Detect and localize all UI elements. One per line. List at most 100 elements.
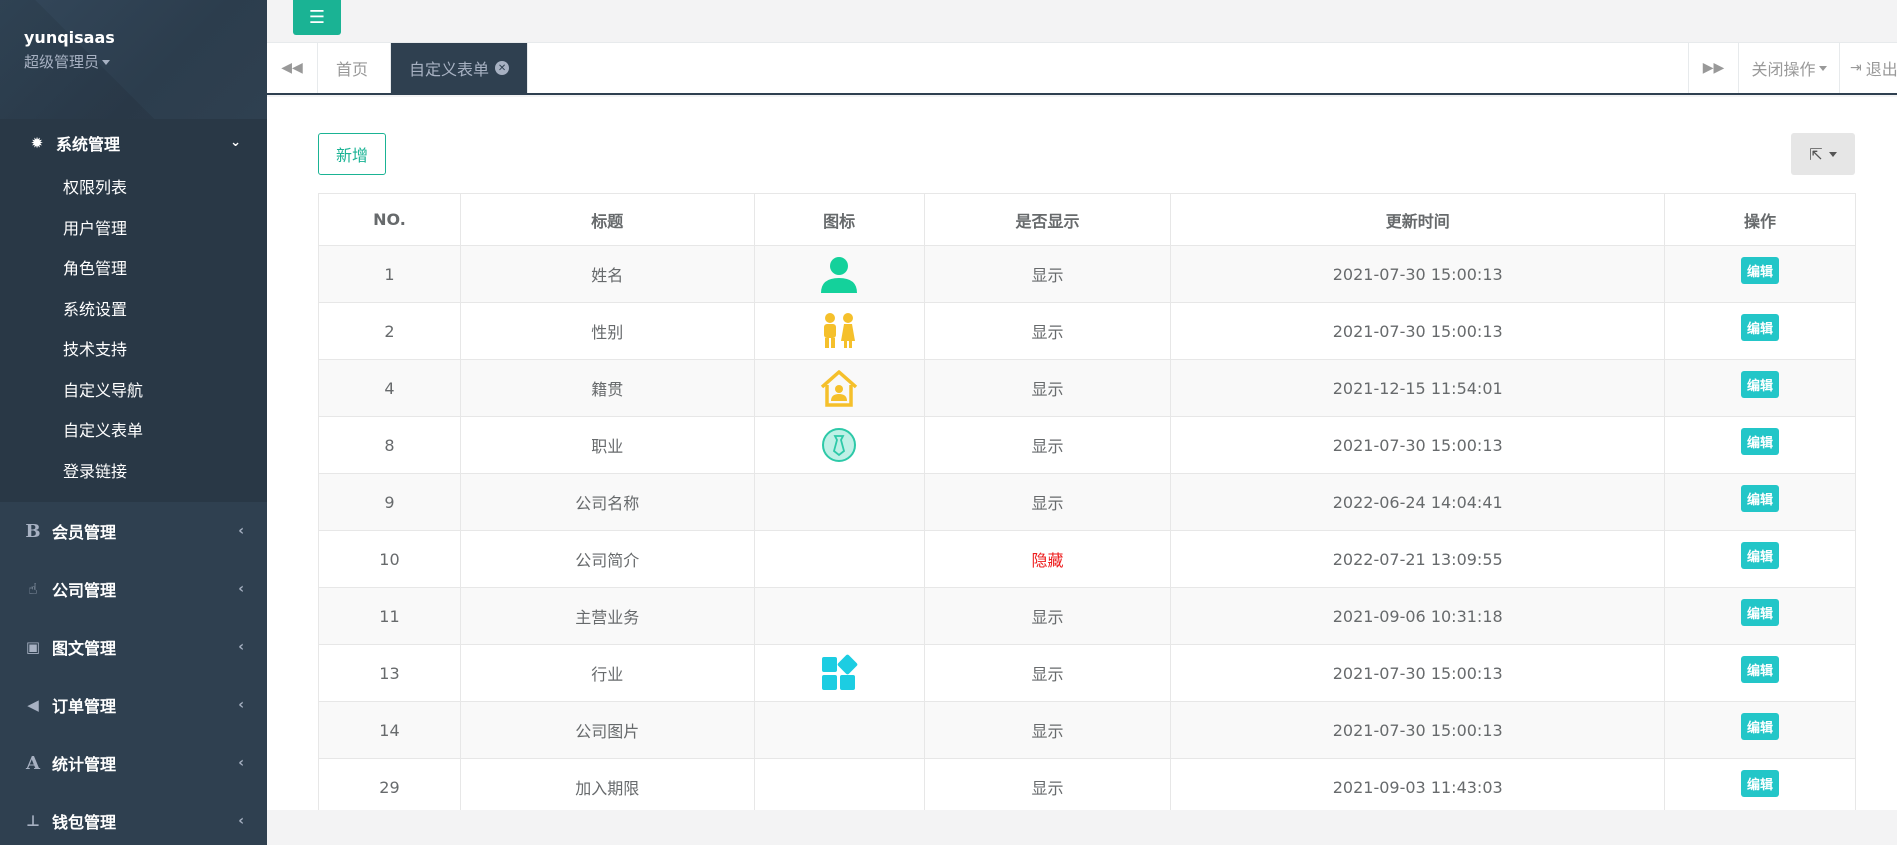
cell-updated: 2022-07-21 13:09:55 bbox=[1170, 530, 1666, 588]
cell-actions: 编辑 bbox=[1664, 473, 1856, 531]
cell-display: 显示 bbox=[923, 473, 1172, 531]
cell-updated: 2021-07-30 15:00:13 bbox=[1170, 701, 1666, 759]
cell-no: 9 bbox=[318, 473, 461, 531]
chevron-left-icon: ‹ bbox=[238, 523, 244, 539]
cell-updated: 2021-07-30 15:00:13 bbox=[1170, 416, 1666, 474]
caret-down-icon bbox=[102, 60, 111, 65]
cell-actions: 编辑 bbox=[1664, 644, 1856, 702]
image-icon: ▣ bbox=[25, 638, 41, 656]
edit-button[interactable]: 编辑 bbox=[1741, 256, 1780, 284]
column-header-title[interactable]: 标题 bbox=[459, 193, 755, 246]
chevron-left-icon: ‹ bbox=[238, 581, 244, 597]
username: yunqisaas bbox=[24, 28, 115, 47]
sidebar-group-members[interactable]: B 会员管理 ‹ bbox=[0, 502, 267, 560]
column-header-icon[interactable]: 图标 bbox=[753, 193, 925, 246]
export-dropdown[interactable]: ⇱ bbox=[1791, 133, 1855, 175]
tab-home[interactable]: 首页 bbox=[318, 43, 391, 93]
edit-button[interactable]: 编辑 bbox=[1741, 712, 1780, 740]
edit-button[interactable]: 编辑 bbox=[1741, 769, 1780, 797]
sidebar-item-users[interactable]: 用户管理 bbox=[0, 207, 267, 248]
column-header-actions[interactable]: 操作 bbox=[1664, 193, 1856, 246]
column-header-no[interactable]: NO. bbox=[318, 193, 461, 246]
edit-button[interactable]: 编辑 bbox=[1741, 598, 1780, 626]
nav-group-label: 图文管理 bbox=[52, 639, 117, 658]
table-row: 10 公司简介 隐藏 2022-07-21 13:09:55 编辑 bbox=[318, 530, 1856, 588]
cell-display: 显示 bbox=[923, 416, 1172, 474]
cell-actions: 编辑 bbox=[1664, 416, 1856, 474]
edit-button[interactable]: 编辑 bbox=[1741, 484, 1780, 512]
edit-button[interactable]: 编辑 bbox=[1741, 313, 1780, 341]
close-operations-dropdown[interactable]: 关闭操作 bbox=[1738, 43, 1839, 93]
sidebar-group-stats[interactable]: A 统计管理 ‹ bbox=[0, 734, 267, 792]
gender-icon bbox=[824, 313, 856, 348]
tab-scroll-right-button[interactable]: ▶▶ bbox=[1688, 43, 1738, 93]
chevron-left-icon: ‹ bbox=[238, 639, 244, 655]
cell-display: 显示 bbox=[923, 245, 1172, 303]
cell-updated: 2021-09-03 11:43:03 bbox=[1170, 758, 1666, 816]
table-row: 14 公司图片 显示 2021-07-30 15:00:13 编辑 bbox=[318, 701, 1856, 759]
cell-updated: 2021-09-06 10:31:18 bbox=[1170, 587, 1666, 645]
table-row: 8 职业 显示 2021-07-30 15:00:13 编辑 bbox=[318, 416, 1856, 474]
logout-label: 退出 bbox=[1865, 60, 1897, 79]
sidebar-item-settings[interactable]: 系统设置 bbox=[0, 288, 267, 329]
sidebar-item-roles[interactable]: 角色管理 bbox=[0, 247, 267, 288]
cell-title: 职业 bbox=[459, 416, 755, 474]
cell-icon bbox=[753, 587, 925, 645]
edit-button[interactable]: 编辑 bbox=[1741, 655, 1780, 683]
logout-button[interactable]: ⇥ 退出 bbox=[1839, 43, 1897, 93]
tab-scroll-left-button[interactable]: ◀◀ bbox=[267, 43, 318, 93]
footer-strip bbox=[267, 810, 1897, 845]
cell-icon bbox=[753, 416, 925, 474]
edit-button[interactable]: 编辑 bbox=[1741, 427, 1780, 455]
menu-toggle-button[interactable]: ☰ bbox=[293, 0, 341, 35]
sidebar-item-permissions[interactable]: 权限列表 bbox=[0, 166, 267, 207]
cell-display: 显示 bbox=[923, 587, 1172, 645]
cell-icon bbox=[753, 473, 925, 531]
chevron-left-icon: ‹ bbox=[238, 813, 244, 829]
cell-icon bbox=[753, 359, 925, 417]
font-icon: A bbox=[26, 752, 40, 774]
column-header-updated[interactable]: 更新时间 bbox=[1170, 193, 1666, 246]
nav-group-label: 公司管理 bbox=[52, 581, 117, 600]
tab-custom-form[interactable]: 自定义表单 ✕ bbox=[391, 43, 529, 93]
cell-title: 姓名 bbox=[459, 245, 755, 303]
nav-group-label: 订单管理 bbox=[52, 697, 117, 716]
cell-title: 加入期限 bbox=[459, 758, 755, 816]
cell-updated: 2021-12-15 11:54:01 bbox=[1170, 359, 1666, 417]
nav-group-system-header[interactable]: ✹ 系统管理 ⌄ bbox=[0, 119, 267, 166]
cell-title: 公司名称 bbox=[459, 473, 755, 531]
cell-updated: 2021-07-30 15:00:13 bbox=[1170, 644, 1666, 702]
close-icon[interactable]: ✕ bbox=[495, 61, 510, 75]
add-button[interactable]: 新增 bbox=[318, 133, 386, 175]
table-row: 1 姓名 显示 2021-07-30 15:00:13 编辑 bbox=[318, 245, 1856, 303]
sidebar-item-custom-nav[interactable]: 自定义导航 bbox=[0, 369, 267, 410]
person-icon bbox=[821, 257, 858, 293]
double-left-icon: ◀◀ bbox=[281, 60, 303, 76]
double-right-icon: ▶▶ bbox=[1702, 60, 1725, 76]
main-content: 新增 ⇱ NO. 标题 图标 是否显示 更新时间 操作 1 姓名 显示 2021… bbox=[267, 97, 1897, 816]
sidebar-group-company[interactable]: ☝ 公司管理 ‹ bbox=[0, 560, 267, 618]
table-row: 2 性别 显示 2021-07-30 15:00:13 编辑 bbox=[318, 302, 1856, 360]
sidebar-group-orders[interactable]: ◀ 订单管理 ‹ bbox=[0, 676, 267, 734]
table-header-row: NO. 标题 图标 是否显示 更新时间 操作 bbox=[318, 193, 1856, 246]
edit-button[interactable]: 编辑 bbox=[1741, 370, 1780, 398]
cell-no: 11 bbox=[318, 587, 461, 645]
tab-label: 自定义表单 bbox=[409, 60, 490, 79]
sidebar-group-media[interactable]: ▣ 图文管理 ‹ bbox=[0, 618, 267, 676]
sidebar-item-support[interactable]: 技术支持 bbox=[0, 328, 267, 369]
role-dropdown[interactable]: 超级管理员 bbox=[24, 51, 267, 72]
sidebar-group-wallet[interactable]: ⊥ 钱包管理 ‹ bbox=[0, 792, 267, 845]
sidebar-item-login-link[interactable]: 登录链接 bbox=[0, 450, 267, 491]
cell-no: 29 bbox=[318, 758, 461, 816]
table-row: 9 公司名称 显示 2022-06-24 14:04:41 编辑 bbox=[318, 473, 1856, 531]
cell-actions: 编辑 bbox=[1664, 359, 1856, 417]
cell-title: 籍贯 bbox=[459, 359, 755, 417]
edit-button[interactable]: 编辑 bbox=[1741, 541, 1780, 569]
column-header-display[interactable]: 是否显示 bbox=[923, 193, 1172, 246]
wallet-icon: ⊥ bbox=[26, 812, 40, 830]
export-icon: ⇱ bbox=[1809, 144, 1823, 164]
cell-display: 显示 bbox=[923, 644, 1172, 702]
cell-icon bbox=[753, 644, 925, 702]
tab-bar: ◀◀ 首页 自定义表单 ✕ ▶▶ 关闭操作 ⇥ 退出 bbox=[267, 43, 1897, 95]
sidebar-item-custom-form[interactable]: 自定义表单 bbox=[0, 409, 267, 450]
